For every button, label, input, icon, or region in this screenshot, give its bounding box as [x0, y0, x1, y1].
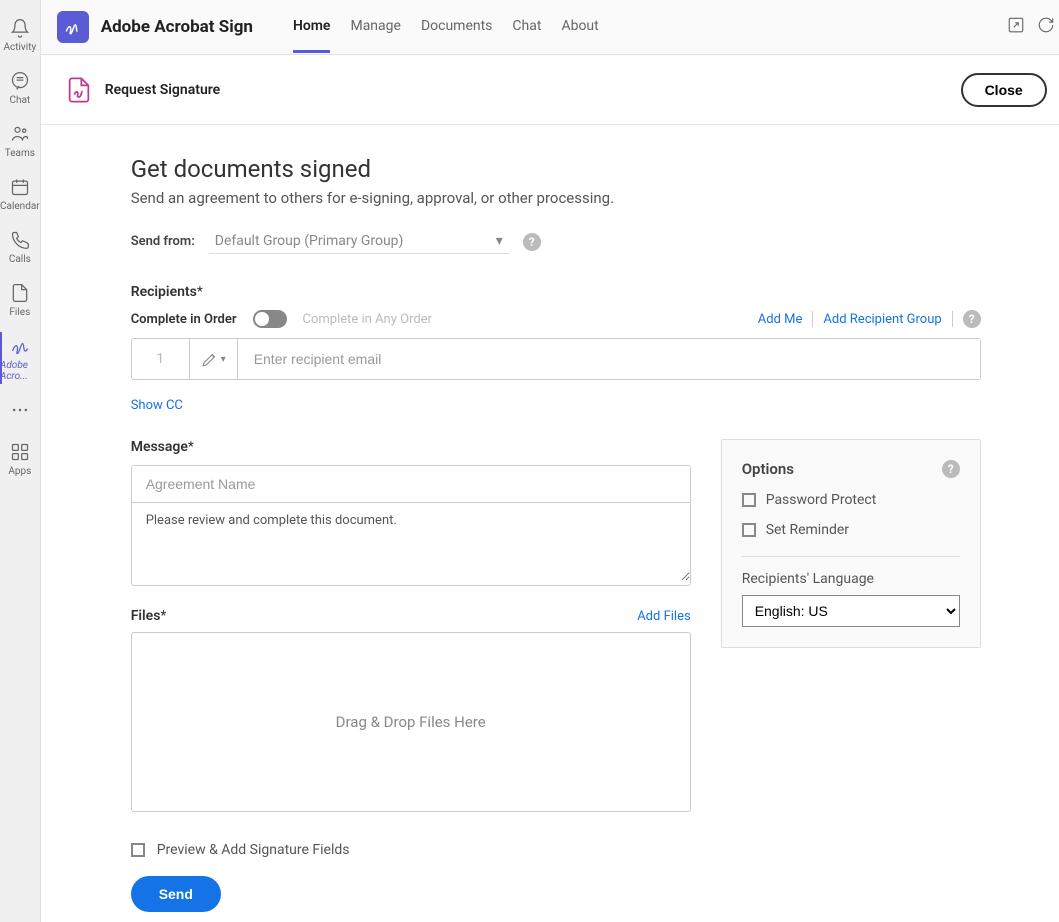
rail-calendar[interactable]: Calendar [0, 167, 40, 220]
preview-checkbox-row[interactable]: Preview & Add Signature Fields [131, 842, 691, 858]
tab-documents[interactable]: Documents [421, 2, 492, 53]
language-label: Recipients' Language [742, 571, 960, 587]
divider [952, 311, 953, 327]
checkbox-icon [742, 523, 756, 537]
rail-apps[interactable]: Apps [0, 432, 40, 485]
tab-chat[interactable]: Chat [512, 2, 541, 53]
set-reminder-checkbox[interactable]: Set Reminder [742, 522, 960, 538]
preview-label: Preview & Add Signature Fields [157, 842, 350, 858]
tab-manage[interactable]: Manage [350, 2, 400, 53]
sub-header: Request Signature Close [41, 55, 1059, 125]
rail-label: Adobe Acro... [0, 360, 40, 382]
rail-activity[interactable]: Activity [0, 8, 40, 61]
calendar-icon [8, 175, 32, 199]
help-icon[interactable]: ? [523, 233, 541, 251]
apps-icon [8, 440, 32, 464]
request-signature-icon [65, 76, 93, 104]
phone-icon [8, 228, 32, 252]
send-button[interactable]: Send [131, 876, 221, 912]
rail-label: Calls [9, 254, 31, 265]
rail-label: Apps [8, 466, 31, 477]
recipient-email-input[interactable] [238, 339, 980, 379]
content: Get documents signed Send an agreement t… [41, 125, 1059, 922]
file-icon [8, 281, 32, 305]
recipients-label: Recipients* [131, 284, 981, 300]
agreement-name-input[interactable] [132, 466, 690, 503]
files-label: Files* [131, 608, 167, 624]
rail-label: Activity [3, 42, 36, 53]
page-title: Get documents signed [131, 155, 981, 183]
rail-label: Calendar [0, 201, 40, 212]
rail-files[interactable]: Files [0, 273, 40, 326]
bell-icon [8, 16, 32, 40]
set-reminder-label: Set Reminder [766, 522, 849, 538]
add-me-link[interactable]: Add Me [758, 312, 803, 327]
rail-adobe-sign[interactable]: Adobe Acro... [0, 326, 40, 390]
order-toggle[interactable] [253, 310, 287, 328]
rail-label: Teams [5, 148, 35, 159]
refresh-icon[interactable] [1037, 16, 1055, 38]
chevron-down-icon: ▾ [221, 354, 226, 365]
language-select[interactable]: English: US [742, 595, 960, 627]
adobe-sign-logo-icon [57, 11, 89, 43]
chat-icon [8, 69, 32, 93]
help-icon[interactable]: ? [942, 460, 960, 478]
divider [742, 556, 960, 557]
divider [812, 311, 813, 327]
rail-chat[interactable]: Chat [0, 61, 40, 114]
checkbox-icon [131, 843, 145, 857]
close-button[interactable]: Close [961, 73, 1047, 107]
app-header: Adobe Acrobat Sign Home Manage Documents… [41, 0, 1059, 55]
tab-about[interactable]: About [561, 2, 598, 53]
files-drop-zone[interactable]: Drag & Drop Files Here [131, 632, 691, 812]
sub-header-title: Request Signature [105, 82, 221, 98]
popout-icon[interactable] [1007, 16, 1025, 38]
app-title: Adobe Acrobat Sign [101, 17, 253, 37]
rail-teams[interactable]: Teams [0, 114, 40, 167]
ellipsis-icon [8, 398, 32, 422]
rail-more[interactable] [0, 390, 40, 432]
recipient-order-number: 1 [132, 339, 190, 379]
recipient-row: 1 ▾ [131, 338, 981, 380]
message-body-input[interactable]: Please review and complete this document… [132, 503, 690, 581]
rail-label: Files [9, 307, 30, 318]
send-from-label: Send from: [131, 234, 195, 249]
teams-icon [8, 122, 32, 146]
recipient-role-selector[interactable]: ▾ [190, 339, 238, 379]
show-cc-link[interactable]: Show CC [131, 398, 183, 413]
password-protect-checkbox[interactable]: Password Protect [742, 492, 960, 508]
teams-app-rail: Activity Chat Teams Calendar Calls Files… [0, 0, 41, 922]
options-panel: Options ? Password Protect Set Reminder … [721, 439, 981, 648]
tab-home[interactable]: Home [293, 2, 331, 53]
page-subtitle: Send an agreement to others for e-signin… [131, 189, 981, 207]
complete-in-order-label: Complete in Order [131, 312, 237, 327]
add-files-link[interactable]: Add Files [637, 609, 690, 624]
drop-zone-text: Drag & Drop Files Here [336, 713, 486, 731]
password-protect-label: Password Protect [766, 492, 877, 508]
checkbox-icon [742, 493, 756, 507]
pen-icon [201, 350, 219, 368]
rail-label: Chat [9, 95, 30, 106]
signature-icon [8, 334, 32, 358]
chevron-down-icon: ▾ [496, 233, 503, 249]
add-recipient-group-link[interactable]: Add Recipient Group [823, 312, 941, 327]
help-icon[interactable]: ? [963, 310, 981, 328]
message-label: Message* [131, 439, 691, 455]
options-title: Options [742, 460, 794, 478]
complete-any-order-label: Complete in Any Order [303, 312, 432, 327]
rail-calls[interactable]: Calls [0, 220, 40, 273]
send-from-select[interactable]: Default Group (Primary Group) ▾ [209, 229, 509, 254]
nav-tabs: Home Manage Documents Chat About [293, 2, 599, 53]
send-from-value: Default Group (Primary Group) [215, 233, 404, 249]
